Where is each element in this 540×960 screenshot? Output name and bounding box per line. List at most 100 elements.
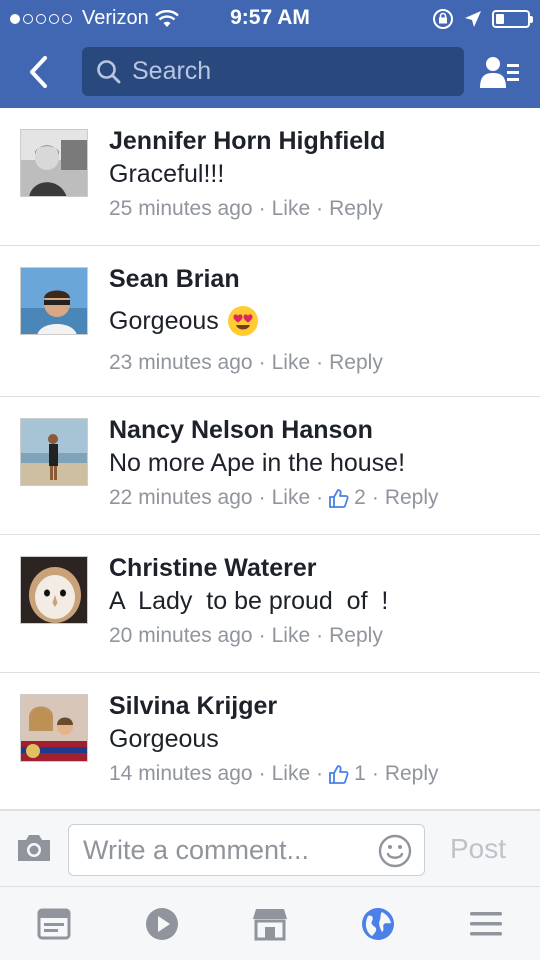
comment-time: 14 minutes ago (109, 762, 253, 785)
tab-notifications[interactable] (348, 899, 408, 949)
like-link[interactable]: Like (272, 351, 311, 375)
battery-level (496, 14, 504, 24)
avatar[interactable] (20, 267, 88, 335)
marketplace-icon (253, 908, 287, 940)
like-link[interactable]: Like (272, 762, 311, 786)
comment-meta: 22 minutes ago · Like · 2 · Reply (109, 486, 530, 510)
location-arrow-icon (465, 11, 481, 27)
meta-separator: · (258, 624, 266, 647)
comment-body: Silvina Krijger Gorgeous 14 minutes ago … (109, 691, 530, 786)
meta-separator: · (371, 486, 379, 509)
tab-video[interactable] (132, 899, 192, 949)
comment-text-content: A Lady to be proud of ! (109, 587, 389, 615)
commenter-name[interactable]: Christine Waterer (109, 553, 530, 583)
camera-icon (18, 835, 50, 861)
meta-separator: · (316, 762, 324, 785)
comment-item: Christine Waterer A Lady to be proud of … (0, 535, 540, 673)
comment-text: Graceful!!! (109, 159, 530, 189)
meta-separator: · (258, 351, 266, 374)
heart-eyes-emoji (227, 306, 258, 336)
like-count[interactable]: 2 (329, 486, 366, 510)
commenter-name[interactable]: Jennifer Horn Highfield (109, 126, 530, 156)
globe-notifications-icon (362, 907, 394, 940)
comment-text: No more Ape in the house! (109, 448, 530, 478)
emoji-button[interactable] (378, 834, 412, 868)
meta-separator: · (258, 197, 266, 220)
comment-body: Sean Brian Gorgeous 23 minutes ago · Lik… (109, 264, 530, 375)
friend-list-icon (480, 57, 519, 88)
battery-icon (492, 10, 533, 28)
avatar[interactable] (20, 556, 88, 624)
status-right (432, 8, 533, 30)
commenter-name[interactable]: Silvina Krijger (109, 691, 530, 721)
like-count-value: 2 (354, 486, 366, 509)
comment-meta: 23 minutes ago · Like · Reply (109, 351, 530, 375)
like-count[interactable]: 1 (329, 762, 366, 786)
meta-separator: · (258, 486, 266, 509)
search-input[interactable] (132, 57, 432, 86)
post-button[interactable]: Post (450, 833, 506, 865)
status-bar: Verizon 9:57 AM (0, 0, 540, 36)
rotation-lock-icon (433, 9, 453, 29)
reply-link[interactable]: Reply (329, 624, 383, 648)
nav-bar (0, 36, 540, 108)
reply-link[interactable]: Reply (385, 486, 439, 510)
avatar[interactable] (20, 694, 88, 762)
thumbs-up-icon (329, 765, 349, 784)
tab-marketplace[interactable] (240, 899, 300, 949)
comments-list: Jennifer Horn Highfield Graceful!!! 25 m… (0, 108, 540, 810)
comment-text-content: Gorgeous (109, 725, 219, 753)
back-button[interactable] (18, 50, 58, 94)
commenter-name[interactable]: Sean Brian (109, 264, 530, 294)
friend-list-button[interactable] (478, 52, 522, 92)
reply-link[interactable]: Reply (329, 197, 383, 221)
video-play-icon (146, 907, 178, 940)
comment-text-content: Graceful!!! (109, 160, 225, 188)
commenter-name[interactable]: Nancy Nelson Hanson (109, 415, 530, 445)
comment-input[interactable] (83, 834, 373, 866)
tab-bar (0, 886, 540, 960)
comment-time: 25 minutes ago (109, 197, 253, 220)
camera-button[interactable] (16, 833, 52, 865)
like-link[interactable]: Like (272, 197, 311, 221)
comment-text: Gorgeous (109, 305, 530, 337)
comment-composer: Post (0, 810, 540, 886)
meta-separator: · (258, 762, 266, 785)
thumbs-up-icon (329, 489, 349, 508)
comment-item: Silvina Krijger Gorgeous 14 minutes ago … (0, 673, 540, 810)
comment-meta: 14 minutes ago · Like · 1 · Reply (109, 762, 530, 786)
comment-time: 22 minutes ago (109, 486, 253, 509)
tab-news-feed[interactable] (24, 899, 84, 949)
reply-link[interactable]: Reply (385, 762, 439, 786)
search-icon (96, 59, 122, 85)
comment-meta: 20 minutes ago · Like · Reply (109, 624, 530, 648)
news-feed-icon (37, 908, 71, 939)
comment-item: Nancy Nelson Hanson No more Ape in the h… (0, 397, 540, 535)
comment-text-content: Gorgeous (109, 307, 219, 335)
avatar[interactable] (20, 418, 88, 486)
header: Verizon 9:57 AM (0, 0, 540, 108)
back-chevron-icon (30, 56, 47, 88)
comment-meta: 25 minutes ago · Like · Reply (109, 197, 530, 221)
comment-body: Jennifer Horn Highfield Graceful!!! 25 m… (109, 126, 530, 221)
meta-separator: · (316, 624, 324, 647)
meta-separator: · (316, 197, 324, 220)
smiley-icon (378, 834, 412, 868)
comment-body: Nancy Nelson Hanson No more Ape in the h… (109, 415, 530, 510)
reply-link[interactable]: Reply (329, 351, 383, 375)
like-count-value: 1 (354, 762, 366, 785)
meta-separator: · (316, 486, 324, 509)
like-link[interactable]: Like (272, 486, 311, 510)
tab-menu[interactable] (456, 899, 516, 949)
avatar[interactable] (20, 129, 88, 197)
meta-separator: · (371, 762, 379, 785)
comment-input-box[interactable] (68, 824, 425, 876)
comment-text: Gorgeous (109, 724, 530, 754)
comment-body: Christine Waterer A Lady to be proud of … (109, 553, 530, 648)
comment-time: 20 minutes ago (109, 624, 253, 647)
search-box[interactable] (82, 47, 464, 96)
like-link[interactable]: Like (272, 624, 311, 648)
comment-item: Sean Brian Gorgeous 23 minutes ago · Lik… (0, 246, 540, 397)
comment-text: A Lady to be proud of ! (109, 586, 530, 616)
meta-separator: · (316, 351, 324, 374)
